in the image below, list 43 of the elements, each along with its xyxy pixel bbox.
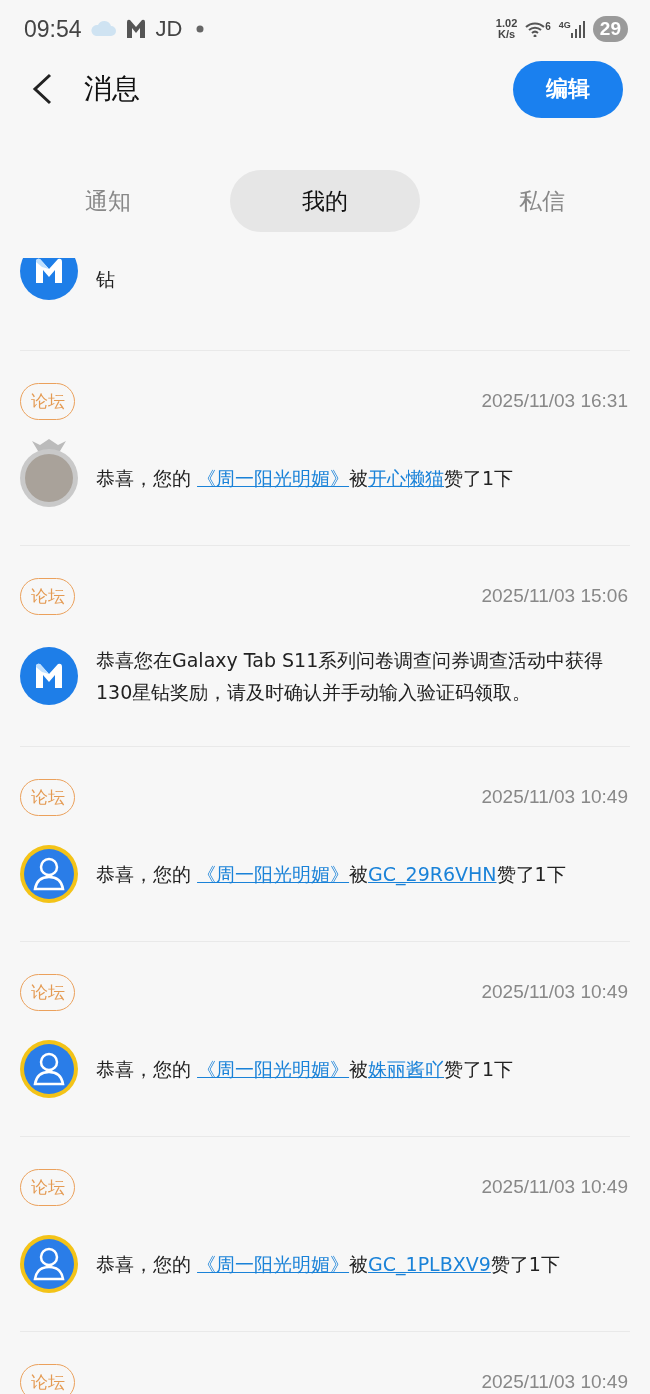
tab[interactable]: 我的 xyxy=(230,170,420,232)
user-link[interactable]: GC_29R6VHN xyxy=(368,863,497,885)
message-time: 2025/11/03 10:49 xyxy=(481,1176,628,1198)
wifi-band-label: 6 xyxy=(545,21,551,32)
tab[interactable]: 通知 xyxy=(13,170,204,232)
user-avatar-icon xyxy=(20,845,78,903)
message-text: 恭喜，您的 《周一阳光明媚》被姝丽酱吖赞了1下 xyxy=(96,1057,514,1082)
user-link[interactable]: 开心懒猫 xyxy=(368,467,445,489)
message-text: 恭喜，您的 《周一阳光明媚》被GC_29R6VHN赞了1下 xyxy=(96,862,566,888)
post-link[interactable]: 《周一阳光明媚》 xyxy=(197,863,350,885)
post-link[interactable]: 《周一阳光明媚》 xyxy=(197,1058,350,1080)
post-link[interactable]: 《周一阳光明媚》 xyxy=(197,467,350,489)
net-speed-unit: K/s xyxy=(498,29,516,40)
message-text: 恭喜您在Galaxy Tab S11系列问卷调查问券调查活动中获得130星钻奖励，请及时确认并手动输入验证码领取。 xyxy=(96,648,605,705)
tab[interactable]: 私信 xyxy=(446,170,637,232)
net-speed-value: 1.02 xyxy=(495,18,518,29)
post-link[interactable]: 《周一阳光明媚》 xyxy=(197,1253,350,1275)
cloud-icon xyxy=(89,21,116,37)
user-avatar-icon xyxy=(20,1040,78,1098)
user-avatar-icon xyxy=(20,1235,78,1293)
message-text: 恭喜，您的 《周一阳光明媚》被开心懒猫赞了1下 xyxy=(96,466,514,491)
clock-time: 09:54 xyxy=(24,15,82,43)
battery-level: 29 xyxy=(592,16,628,42)
network-type-label: 4G xyxy=(558,20,571,30)
m-logo-avatar-icon xyxy=(20,258,78,300)
message-time: 2025/11/03 15:06 xyxy=(481,585,628,607)
avatar-photo-placeholder xyxy=(20,439,78,507)
message-time: 2025/11/03 16:31 xyxy=(481,390,628,412)
page-title: 消息 xyxy=(84,71,141,107)
message-time: 2025/11/03 10:49 xyxy=(481,1371,628,1393)
message-text: 恭喜，您的 《周一阳光明媚》被GC_1PLBXV9赞了1下 xyxy=(96,1252,560,1278)
wifi-icon xyxy=(525,21,546,37)
m-logo-avatar-icon xyxy=(20,647,78,705)
dot-icon xyxy=(196,25,205,33)
message-time: 2025/11/03 10:49 xyxy=(481,981,628,1003)
notification-label: JD xyxy=(155,16,183,42)
message-text: 钻 xyxy=(96,267,115,292)
signal-icon xyxy=(570,20,585,38)
user-link[interactable]: GC_1PLBXV9 xyxy=(368,1253,491,1275)
message-time: 2025/11/03 10:49 xyxy=(481,786,628,808)
edit-button[interactable]: 编辑 xyxy=(513,60,623,118)
back-icon[interactable] xyxy=(30,72,54,106)
user-link[interactable]: 姝丽酱吖 xyxy=(368,1058,445,1080)
